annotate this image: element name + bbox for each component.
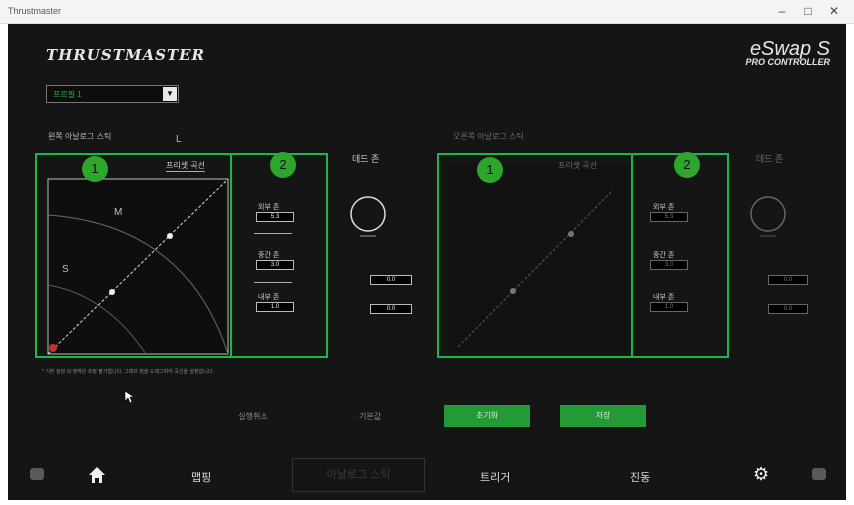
left-dead-zone-dial[interactable] — [348, 194, 388, 238]
divider — [254, 282, 292, 283]
right-controller-icon[interactable] — [812, 468, 826, 480]
left-zone-inner-value[interactable]: 1.0 — [256, 302, 294, 312]
nav-triggers[interactable]: 트리거 — [480, 469, 510, 485]
divider — [254, 233, 292, 234]
reset-button[interactable]: 초기화 — [444, 405, 530, 427]
save-button[interactable]: 저장 — [560, 405, 646, 427]
window-title: Thrustmaster — [8, 6, 62, 16]
right-dead-zone-label: 데드 존 — [756, 154, 784, 164]
left-zone-mid-value[interactable]: 3.0 — [256, 260, 294, 270]
left-zone-outer-value[interactable]: 5.3 — [256, 212, 294, 222]
left-badge-1: 1 — [82, 156, 108, 182]
nav-analog-sticks[interactable]: 아날로그 스틱 — [292, 458, 425, 492]
window-titlebar: Thrustmaster – □ ✕ — [0, 0, 854, 24]
left-curve-highlight — [35, 153, 232, 358]
left-dead-zone-label: 데드 존 — [352, 154, 380, 164]
cancel-button[interactable]: 실행취소 — [220, 406, 286, 428]
info-note: * 기본 설정 외 영역은 조정 불가합니다. 그래프 점을 드래그하여 곡선을… — [42, 369, 214, 375]
left-zone-label-inner: 내부 존 — [258, 294, 280, 301]
right-zone-mid-value[interactable]: 3.0 — [650, 260, 688, 270]
right-dead-value-2[interactable]: 0.0 — [768, 304, 808, 314]
left-zone-label-l: L — [176, 134, 182, 145]
app-window: THRUSTMASTER eSwap S PRO CONTROLLER 프로필 … — [8, 24, 846, 500]
minimize-button[interactable]: – — [772, 4, 792, 18]
nav-vibration[interactable]: 진동 — [630, 469, 650, 485]
right-dead-value-1[interactable]: 0.0 — [768, 275, 808, 285]
maximize-button[interactable]: □ — [798, 4, 818, 18]
right-zone-outer-value[interactable]: 5.3 — [650, 212, 688, 222]
left-zone-label-mid: 중간 존 — [258, 252, 280, 259]
right-stick-label: 오른쪽 아날로그 스틱 — [453, 132, 524, 141]
profile-value: 프로필 1 — [53, 90, 82, 99]
bottom-nav: 맵핑 아날로그 스틱 트리거 진동 ⚙ — [8, 454, 846, 500]
right-curve-highlight — [437, 153, 633, 358]
close-button[interactable]: ✕ — [824, 4, 844, 18]
dropdown-arrow-icon[interactable]: ▼ — [163, 87, 177, 101]
home-icon[interactable] — [88, 466, 106, 484]
settings-gear-icon[interactable]: ⚙ — [753, 464, 769, 485]
profile-select[interactable]: 프로필 1 ▼ — [46, 85, 179, 103]
right-dead-zone-dial[interactable] — [748, 194, 788, 238]
right-zone-inner-value[interactable]: 1.0 — [650, 302, 688, 312]
product-subtitle: PRO CONTROLLER — [745, 57, 831, 67]
left-zone-label-outer: 외부 존 — [258, 204, 280, 211]
left-badge-2: 2 — [270, 152, 296, 178]
right-badge-2: 2 — [674, 152, 700, 178]
product-logo: eSwap S PRO CONTROLLER — [746, 38, 831, 67]
left-stick-label: 왼쪽 아날로그 스틱 — [48, 132, 112, 141]
right-zone-label-inner: 내부 존 — [653, 294, 675, 301]
right-zones-highlight — [631, 153, 729, 358]
left-dead-value-1[interactable]: 0.0 — [370, 275, 412, 285]
right-zone-label-outer: 외부 존 — [653, 204, 675, 211]
nav-mapping[interactable]: 맵핑 — [191, 469, 211, 485]
default-button[interactable]: 기본값 — [344, 406, 396, 428]
right-badge-1: 1 — [477, 157, 503, 183]
left-controller-icon[interactable] — [30, 468, 44, 480]
left-dead-value-2[interactable]: 0.0 — [370, 304, 412, 314]
right-zone-label-mid: 중간 존 — [653, 252, 675, 259]
brand-logo: THRUSTMASTER — [46, 46, 206, 64]
mouse-cursor-icon — [124, 390, 134, 404]
